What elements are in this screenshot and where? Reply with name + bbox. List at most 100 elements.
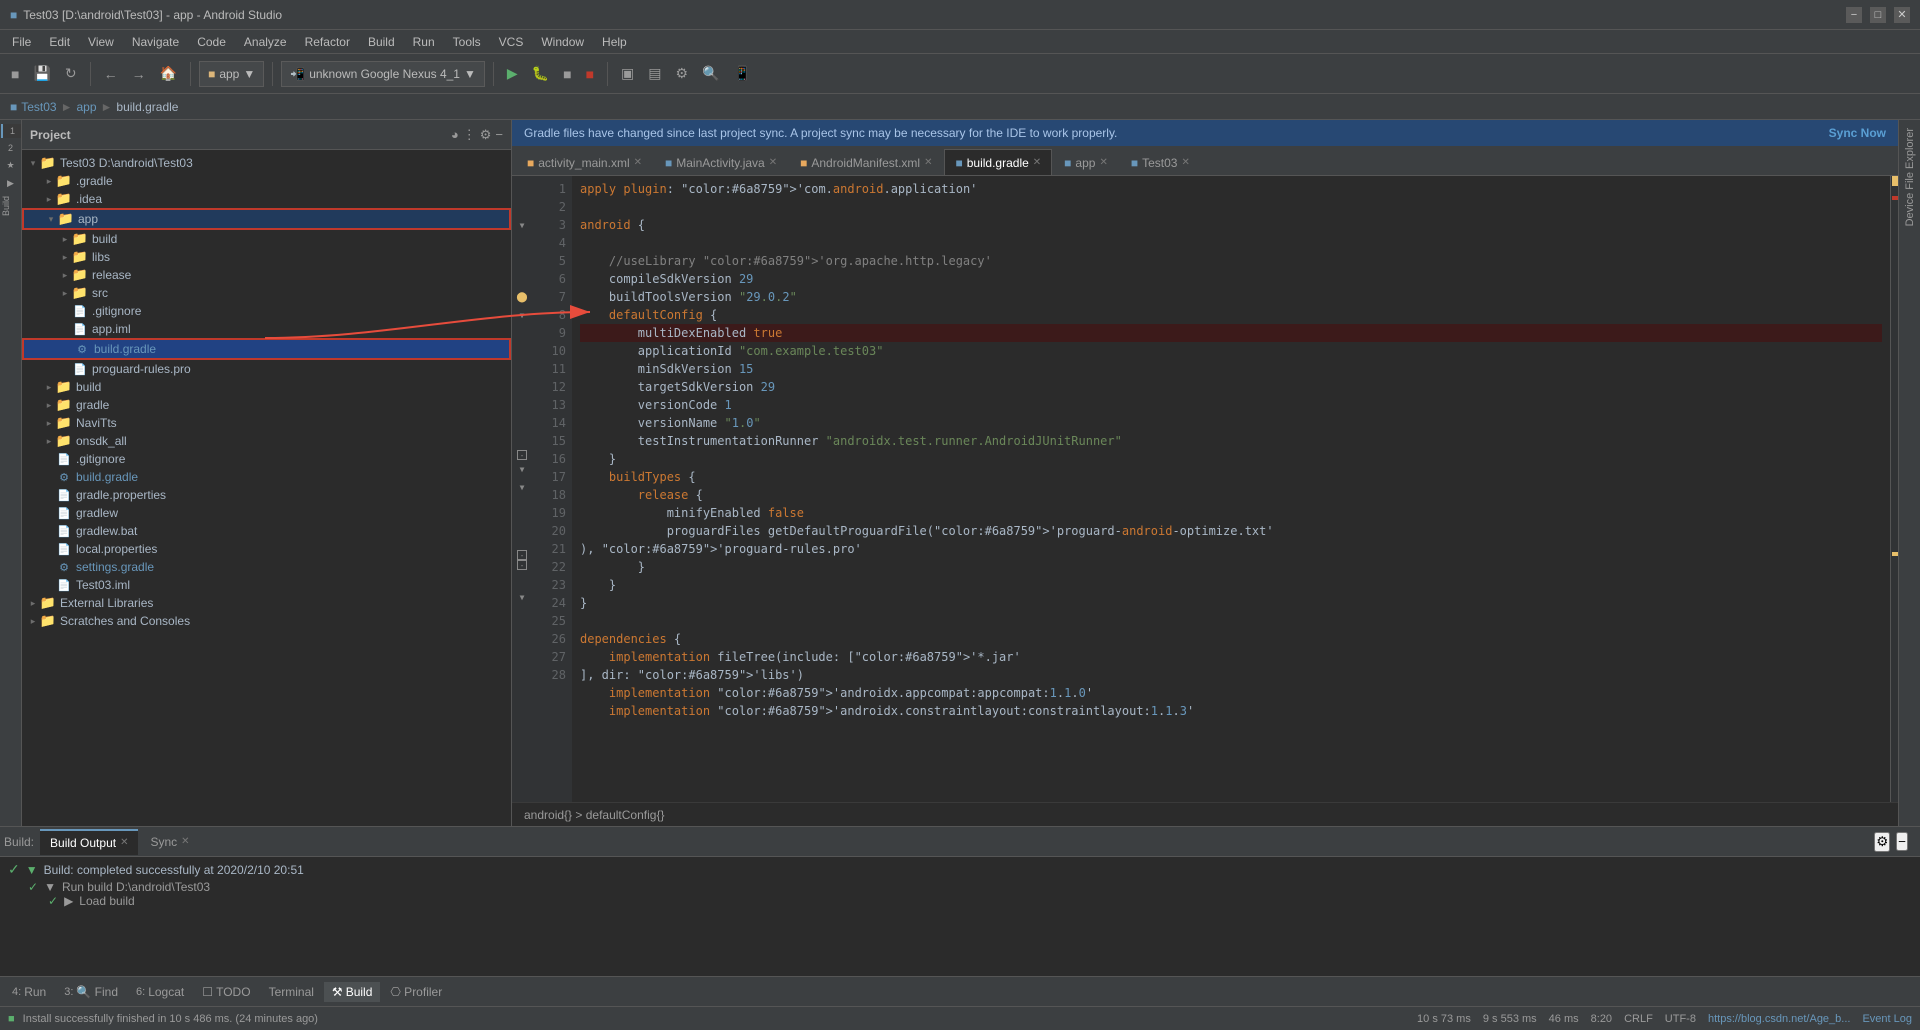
tree-item-build-gradle-root[interactable]: ⚙build.gradle [22,468,511,486]
device-file-button[interactable]: 📱 [729,62,756,85]
activity-project[interactable]: 1 [1,124,21,138]
window-controls[interactable]: − □ ✕ [1846,7,1910,23]
status-crlf[interactable]: CRLF [1624,1013,1653,1025]
panel-collapse-btn[interactable]: ⋮ [463,127,476,143]
build-tab-close[interactable]: ✕ [120,837,128,848]
sdk-button[interactable]: ▤ [643,62,666,85]
tree-item-build-folder-app[interactable]: ▸📁build [22,230,511,248]
tab-test03[interactable]: ■ Test03 ✕ [1120,149,1201,175]
tab-activity-main[interactable]: ■ activity_main.xml ✕ [516,149,653,175]
breadcrumb-file[interactable]: build.gradle [116,100,178,114]
toolbar-build-btn[interactable]: ⚒ Build [324,982,380,1002]
nav-button[interactable]: 🏠 [155,62,182,85]
tab-android-manifest[interactable]: ■ AndroidManifest.xml ✕ [789,149,943,175]
tree-item-gitignore-root[interactable]: 📄.gitignore [22,450,511,468]
bottom-settings-btn[interactable]: ⚙ [1874,832,1890,852]
run-button[interactable]: ▶ [502,62,523,85]
menu-help[interactable]: Help [594,33,635,51]
tab-close-icon[interactable]: ✕ [924,157,932,168]
toolbar-find-btn[interactable]: 3: 🔍 Find [56,982,126,1002]
gutter-23[interactable]: - [517,560,527,570]
tree-item-gradlew[interactable]: 📄gradlew [22,504,511,522]
tree-item-build-gradle-app[interactable]: ⚙build.gradle [22,338,511,360]
menu-edit[interactable]: Edit [41,33,78,51]
project-button[interactable]: ■ [6,63,24,85]
activity-captures[interactable]: ▶ [1,176,21,191]
toolbar-run-btn[interactable]: 4: Run [4,982,54,1002]
tab-app[interactable]: ■ app ✕ [1053,149,1119,175]
tree-item-test03-iml[interactable]: 📄Test03.iml [22,576,511,594]
close-button[interactable]: ✕ [1894,7,1910,23]
device-selector[interactable]: 📲 unknown Google Nexus 4_1 ▼ [281,61,485,87]
right-tab-device[interactable]: Device File Explorer [1902,122,1918,232]
tree-item-local-properties[interactable]: 📄local.properties [22,540,511,558]
status-event-log[interactable]: Event Log [1862,1013,1912,1025]
tree-item-idea-folder[interactable]: ▸📁.idea [22,190,511,208]
activity-build-variants[interactable]: Build [1,194,21,218]
debug-button[interactable]: 🐛 [527,62,554,85]
tree-item-onsdk[interactable]: ▸📁onsdk_all [22,432,511,450]
tree-item-navitts[interactable]: ▸📁NaviTts [22,414,511,432]
menu-window[interactable]: Window [533,33,592,51]
coverage-button[interactable]: ■ [558,63,576,85]
panel-close-btn[interactable]: − [495,127,503,143]
tree-item-gradle-root[interactable]: ▸📁gradle [22,396,511,414]
back-button[interactable]: ← [99,63,123,85]
tree-item-scratches[interactable]: ▸📁Scratches and Consoles [22,612,511,630]
settings-button[interactable]: ⚙ [671,62,694,85]
tree-item-build-root[interactable]: ▸📁build [22,378,511,396]
menu-file[interactable]: File [4,33,39,51]
tree-item-gradlew-bat[interactable]: 📄gradlew.bat [22,522,511,540]
tree-item-app-folder[interactable]: ▾📁app [22,208,511,230]
status-position[interactable]: 8:20 [1591,1013,1612,1025]
menu-run[interactable]: Run [405,33,443,51]
toolbar-todo-btn[interactable]: ☐ TODO [194,982,258,1002]
tab-build-gradle[interactable]: ■ build.gradle ✕ [944,149,1052,175]
gutter-8[interactable]: ▼ [513,306,531,324]
tree-item-libs-folder[interactable]: ▸📁libs [22,248,511,266]
status-url[interactable]: https://blog.csdn.net/Age_b... [1708,1013,1850,1025]
menu-tools[interactable]: Tools [445,33,489,51]
panel-locate-btn[interactable]: ◕ [451,127,459,143]
menu-analyze[interactable]: Analyze [236,33,295,51]
bottom-tab-build[interactable]: Build Output ✕ [40,829,138,855]
bottom-close-btn[interactable]: − [1896,832,1908,851]
activity-favorites[interactable]: ★ [1,158,21,173]
maximize-button[interactable]: □ [1870,7,1886,23]
gutter-18[interactable]: ▼ [513,478,531,496]
tree-item-test03-root[interactable]: ▾📁Test03 D:\android\Test03 [22,154,511,172]
sync-button[interactable]: ↻ [60,62,82,85]
avd-button[interactable]: ▣ [616,62,639,85]
gutter-16[interactable]: - [517,450,527,460]
menu-code[interactable]: Code [189,33,234,51]
tree-item-release-folder[interactable]: ▸📁release [22,266,511,284]
tree-item-gradle-folder[interactable]: ▸📁.gradle [22,172,511,190]
tree-item-external-libs[interactable]: ▸📁External Libraries [22,594,511,612]
breadcrumb-app[interactable]: app [77,100,97,114]
tree-item-app-iml[interactable]: 📄app.iml [22,320,511,338]
status-charset[interactable]: UTF-8 [1665,1013,1696,1025]
menu-build[interactable]: Build [360,33,403,51]
gutter-17[interactable]: ▼ [513,460,531,478]
tab-close-icon[interactable]: ✕ [634,157,642,168]
gutter-25[interactable]: ▼ [513,588,531,606]
menu-refactor[interactable]: Refactor [297,33,358,51]
tab-close-icon[interactable]: ✕ [1181,157,1189,168]
activity-structure[interactable]: 2 [1,141,21,155]
menu-navigate[interactable]: Navigate [124,33,187,51]
tab-close-icon[interactable]: ✕ [1033,157,1041,168]
tree-item-proguard[interactable]: 📄proguard-rules.pro [22,360,511,378]
tab-main-activity[interactable]: ■ MainActivity.java ✕ [654,149,788,175]
search-button[interactable]: 🔍 [697,62,724,85]
bottom-tab-sync[interactable]: Sync ✕ [140,829,199,855]
tree-item-gradle-properties[interactable]: 📄gradle.properties [22,486,511,504]
minimize-button[interactable]: − [1846,7,1862,23]
forward-button[interactable]: → [127,63,151,85]
menu-view[interactable]: View [80,33,122,51]
toolbar-terminal-btn[interactable]: Terminal [261,982,322,1002]
save-button[interactable]: 💾 [28,62,55,85]
stop-button[interactable]: ■ [581,63,599,85]
gutter-3[interactable]: ▼ [513,216,531,234]
menu-vcs[interactable]: VCS [491,33,532,51]
gutter-22[interactable]: - [517,550,527,560]
